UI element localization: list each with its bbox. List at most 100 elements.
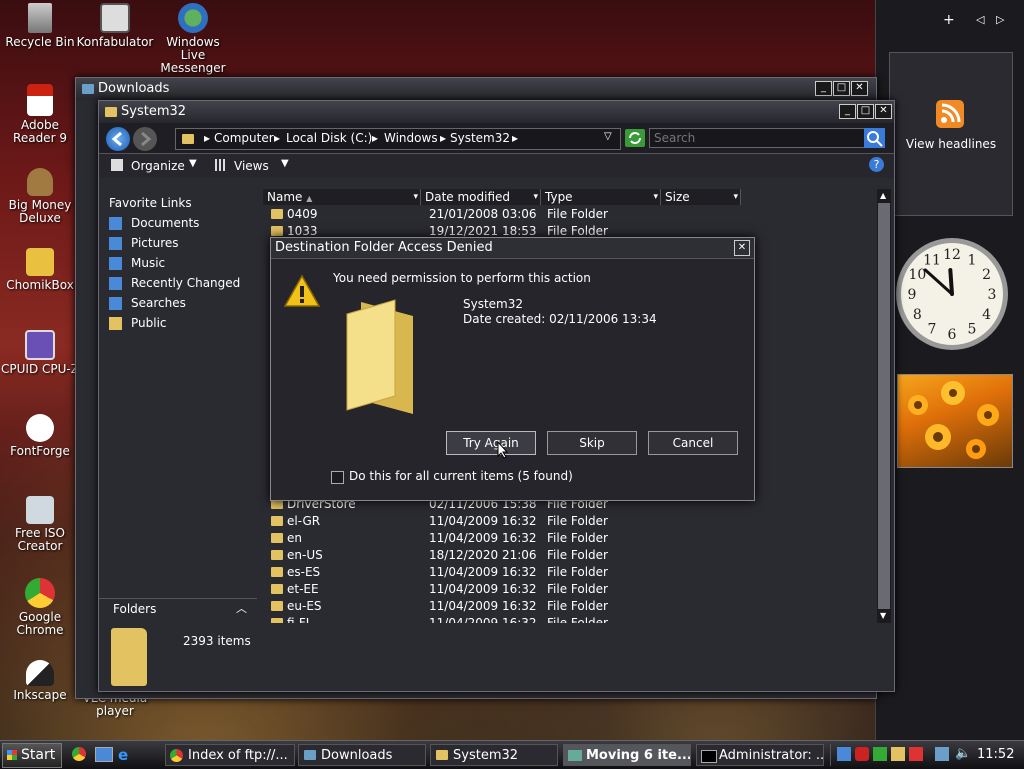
close-button[interactable]: ✕ [851,81,868,96]
dialog-titlebar[interactable]: Destination Folder Access Denied ✕ [271,238,754,259]
tray-app-icon[interactable] [909,747,923,761]
show-desktop-icon[interactable] [95,747,113,762]
desktop-icon-inkscape[interactable]: Inkscape [0,660,80,702]
views-button[interactable]: Views [234,159,269,173]
refresh-button[interactable] [625,129,645,147]
desktop-icon-google-chrome[interactable]: Google Chrome [0,578,80,637]
try-again-button[interactable]: Try Again [446,431,536,455]
column-header-date[interactable]: Date modified ▾ [421,189,541,205]
desktop-icon-konfabulator[interactable]: Konfabulator [75,3,155,49]
forward-button[interactable] [133,127,157,151]
inkscape-icon [26,660,54,686]
slideshow-gadget[interactable] [897,374,1013,468]
clock-time[interactable]: 11:52 [977,747,1014,762]
explorer-titlebar[interactable]: System32 _ □ ✕ [99,101,894,123]
table-row[interactable]: eu-ES 11/04/2009 16:32 File Folder [263,598,873,615]
desktop-icon-fontforge[interactable]: FontForge [0,414,80,458]
breadcrumb-item-windows[interactable]: Windows [384,131,438,145]
table-row[interactable]: es-ES 11/04/2009 16:32 File Folder [263,564,873,581]
chevron-down-icon[interactable]: ▽ [604,131,612,142]
help-button[interactable]: ? [869,157,884,172]
close-button[interactable]: ✕ [875,104,892,119]
taskbar: Start e Index of ftp://... Downloads Sys… [0,740,1024,769]
add-gadget-button[interactable]: + [943,12,955,28]
cell-date: 11/04/2009 16:32 [429,565,537,579]
scroll-up-icon[interactable]: ▲ [880,191,886,200]
maximize-button[interactable]: □ [857,104,874,119]
nav-item-documents[interactable]: Documents [99,213,257,233]
network-tray-icon[interactable] [837,747,851,761]
cancel-button[interactable]: Cancel [648,431,738,455]
desktop-icon-cpuz[interactable]: CPUID CPU-Z [0,330,80,376]
table-row[interactable]: et-EE 11/04/2009 16:32 File Folder [263,581,873,598]
internet-explorer-icon[interactable]: e [118,746,128,764]
desktop-icon-chomikbox[interactable]: ChomikBox [0,248,80,292]
security-shield-icon[interactable] [855,747,869,761]
task-downloads[interactable]: Downloads [298,744,426,766]
nav-item-public[interactable]: Public [99,313,257,333]
table-row[interactable]: 0409 21/01/2008 03:06 File Folder [263,206,873,223]
desktop-icon-big-money[interactable]: Big Money Deluxe [0,168,80,225]
task-moving-items[interactable]: Moving 6 ite... [563,744,691,766]
windows-sidebar: + ◁ ▷ View headlines 12 1 2 3 4 5 6 7 8 9 10 11 [875,0,1024,740]
breadcrumb-item-system32[interactable]: System32 [450,131,510,145]
table-row[interactable]: en 11/04/2009 16:32 File Folder [263,530,873,547]
scroll-down-icon[interactable]: ▼ [880,611,886,620]
breadcrumb-item-computer[interactable]: Computer [214,131,274,145]
search-button[interactable] [864,128,885,148]
money-bag-icon [27,168,53,196]
folders-toggle[interactable]: Folders ︿ [99,598,257,619]
breadcrumb[interactable]: ▸ Computer ▸ Local Disk (C:) ▸ Windows ▸… [175,128,621,150]
table-row[interactable]: fi-FI 11/04/2009 16:32 File Folder [263,615,873,623]
apply-to-all-checkbox[interactable] [331,471,344,484]
minimize-button[interactable]: _ [839,104,856,119]
network-icon[interactable] [935,747,949,761]
clock-numeral: 9 [908,287,917,303]
task-system32[interactable]: System32 [430,744,558,766]
desktop-icon-recycle-bin[interactable]: Recycle Bin [0,3,80,49]
volume-icon[interactable]: 🔈 [955,746,971,761]
column-header-size[interactable]: Size ▾ [661,189,741,205]
maximize-button[interactable]: □ [833,81,850,96]
minimize-button[interactable]: _ [815,81,832,96]
scrollbar-thumb[interactable] [878,203,890,609]
clock-face: 12 12 3 45678 9 1011 [896,238,1008,350]
tray-app-icon[interactable] [873,747,887,761]
chrome-quicklaunch-icon[interactable] [72,747,86,761]
tray-app-icon[interactable] [891,747,905,761]
table-row[interactable]: en-US 18/12/2020 21:06 File Folder [263,547,873,564]
folder-icon [182,134,194,144]
dialog-close-button[interactable]: ✕ [734,240,750,256]
desktop-icon-windows-live-messenger[interactable]: Windows Live Messenger [153,3,233,75]
previous-gadgets-button[interactable]: ◁ [976,13,984,26]
desktop-icon-free-iso-creator[interactable]: Free ISO Creator [0,496,80,553]
column-header-name[interactable]: Name ▲ ▾ [263,189,421,205]
vertical-scrollbar[interactable]: ▲ ▼ [877,189,891,623]
apply-to-all-label[interactable]: Do this for all current items (5 found) [349,469,573,483]
breadcrumb-item-local-disk[interactable]: Local Disk (C:) [286,131,372,145]
nav-item-music[interactable]: Music [99,253,257,273]
clock-gadget[interactable]: 12 1 2 3 4 5 6 7 8 9 10 11 [896,232,1008,356]
column-header-type[interactable]: Type ▾ [541,189,661,205]
clock-numeral: 12 [943,247,961,263]
search-input[interactable] [649,128,869,148]
access-denied-dialog[interactable]: Destination Folder Access Denied ✕ You n… [270,237,755,501]
skip-button[interactable]: Skip [547,431,637,455]
next-gadgets-button[interactable]: ▷ [996,13,1004,26]
start-button[interactable]: Start [2,743,62,768]
downloads-titlebar[interactable]: Downloads _ □ ✕ [76,78,876,100]
desktop-icon-label: Inkscape [13,688,67,702]
task-administrator-console[interactable]: Administrator: ... [696,744,824,766]
nav-item-pictures[interactable]: Pictures [99,233,257,253]
task-ftp-index[interactable]: Index of ftp://... [165,744,295,766]
desktop-icon-adobe-reader[interactable]: Adobe Reader 9 [0,84,80,145]
chevron-down-icon: ▾ [533,192,538,202]
nav-item-searches[interactable]: Searches [99,293,257,313]
back-button[interactable] [106,127,130,151]
nav-item-recently-changed[interactable]: Recently Changed [99,273,257,293]
organize-button[interactable]: Organize [131,159,185,173]
table-row[interactable]: el-GR 11/04/2009 16:32 File Folder [263,513,873,530]
view-headlines-label[interactable]: View headlines [890,137,1012,151]
chevron-down-icon: ▼ [189,158,197,169]
feed-gadget[interactable]: View headlines [889,52,1013,216]
